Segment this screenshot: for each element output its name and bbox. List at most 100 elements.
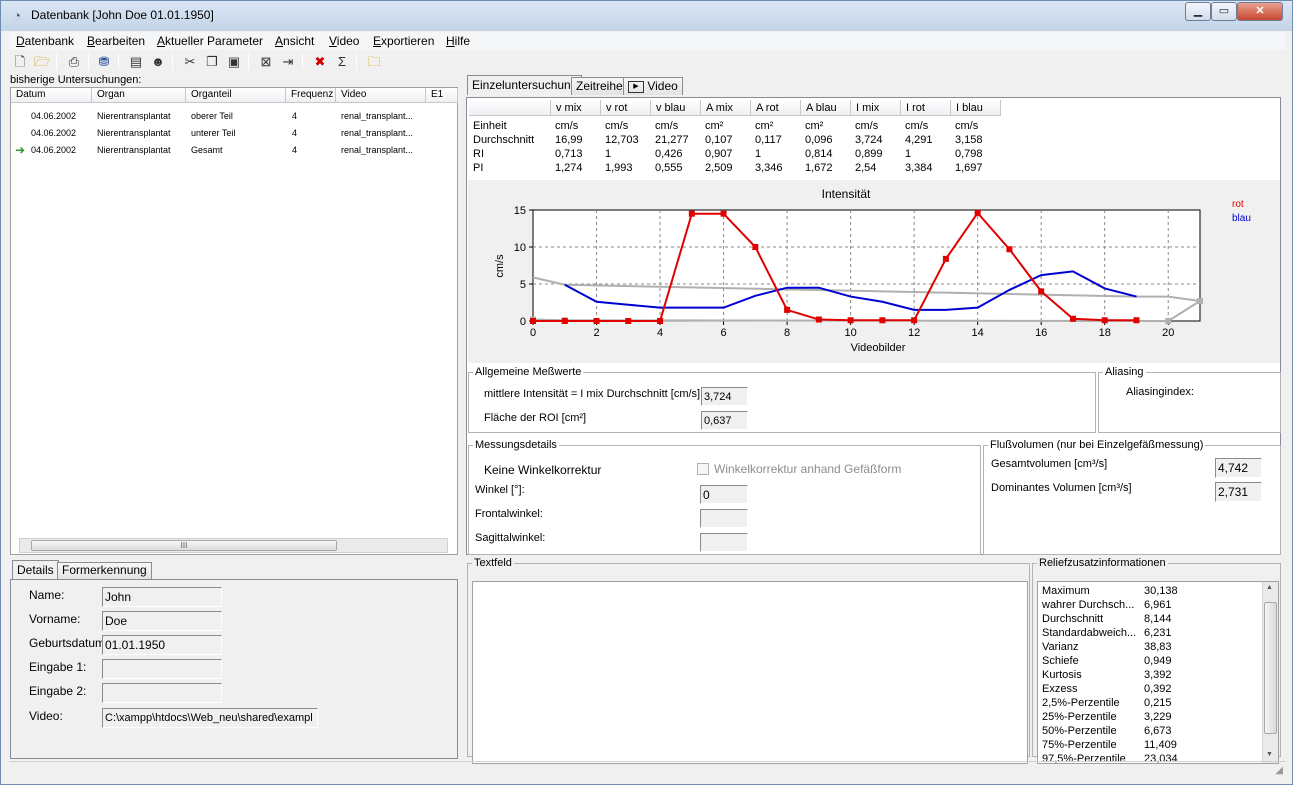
stats-header[interactable]: I mix — [851, 100, 901, 116]
tab-formerkennung[interactable]: Formerkennung — [57, 562, 152, 579]
examinations-list[interactable]: Datum Organ Organteil Frequenz Video E1 … — [10, 87, 458, 555]
data-point — [942, 255, 949, 262]
name-field[interactable]: John — [102, 587, 222, 607]
scrollbar-thumb[interactable]: III — [31, 540, 337, 551]
gesamtvolumen-value[interactable]: 4,742 — [1215, 458, 1262, 478]
sagittalwinkel-field[interactable] — [700, 533, 748, 552]
copy-icon[interactable]: ❐ — [203, 53, 221, 71]
winkel-field[interactable]: 0 — [700, 485, 748, 504]
winkelkorrektur-checkbox[interactable] — [697, 463, 709, 475]
flaeche-roi-value[interactable]: 0,637 — [701, 411, 748, 430]
relief-group: Reliefzusatzinformationen Maximum 30,138 w… — [1032, 557, 1281, 764]
user-icon[interactable]: ☻ — [149, 53, 167, 71]
column-header-organteil[interactable]: Organteil — [186, 88, 286, 103]
geburtsdatum-field[interactable]: 01.01.1950 — [102, 635, 222, 655]
delete-icon[interactable]: ✖ — [311, 53, 329, 71]
vertical-scrollbar[interactable]: ▲ ▼ — [1262, 582, 1278, 763]
menu-datenbank[interactable]: Datenbank — [16, 34, 74, 48]
horizontal-scrollbar[interactable]: III — [19, 538, 448, 553]
open-folder-icon[interactable]: 🗁 — [33, 53, 51, 71]
column-header-video[interactable]: Video — [336, 88, 426, 103]
relief-value: 30,138 — [1144, 585, 1178, 597]
chart-title: Intensität — [822, 187, 871, 201]
stats-header[interactable]: A rot — [751, 100, 801, 116]
chart-ylabel: cm/s — [494, 254, 506, 278]
box-icon[interactable]: ⊠ — [257, 53, 275, 71]
mittlere-intensitaet-value[interactable]: 3,724 — [701, 387, 748, 406]
scroll-down-icon[interactable]: ▼ — [1266, 751, 1273, 758]
stats-cell: 4,291 — [905, 134, 933, 146]
print-icon[interactable]: ⎙ — [65, 53, 83, 71]
eingabe1-field[interactable] — [102, 659, 222, 679]
paste-icon[interactable]: ▣ — [225, 53, 243, 71]
scroll-up-icon[interactable]: ▲ — [1266, 584, 1273, 591]
field-label-vorname: Vorname: — [29, 612, 81, 626]
minimize-button[interactable]: ▁ — [1185, 2, 1211, 21]
menu-ansicht[interactable]: Ansicht — [275, 34, 314, 48]
tab-video[interactable]: ▶ Video — [623, 77, 683, 95]
table-row[interactable]: ➜ 04.06.2002 Nierentransplantat Gesamt 4… — [11, 143, 457, 159]
tab-zeitreihe[interactable]: Zeitreihe — [571, 77, 628, 95]
tab-zeitreihe-label: Zeitreihe — [576, 79, 623, 93]
menu-video[interactable]: Video — [329, 34, 359, 48]
aliasingindex-label: Aliasingindex: — [1126, 386, 1194, 398]
gesamtvolumen-label: Gesamtvolumen [cm³/s] — [991, 458, 1108, 470]
frontalwinkel-field[interactable] — [700, 509, 748, 528]
dominantes-volumen-label: Dominantes Volumen [cm³/s] — [991, 482, 1132, 494]
sum-icon[interactable]: Σ — [333, 53, 351, 71]
menu-hilfe[interactable]: Hilfe — [446, 34, 470, 48]
stats-cell: 1 — [905, 148, 912, 160]
stats-header[interactable]: I blau — [951, 100, 1001, 116]
data-point — [847, 317, 854, 324]
cut-icon[interactable]: ✂ — [181, 53, 199, 71]
relief-label: 25%-Perzentile — [1042, 711, 1117, 723]
book-icon[interactable]: ▤ — [127, 53, 145, 71]
menu-aktueller-parameter[interactable]: Aktueller Parameter — [157, 34, 263, 48]
menu-exportieren[interactable]: Exportieren — [373, 34, 434, 48]
y-tick-label: 15 — [514, 205, 526, 217]
cell-frequenz: 4 — [292, 145, 298, 155]
table-row[interactable]: 04.06.2002 Nierentransplantat unterer Te… — [11, 126, 457, 142]
stats-header[interactable]: A mix — [701, 100, 751, 116]
menu-bearbeiten[interactable]: Bearbeiten — [87, 34, 145, 48]
close-button[interactable]: ✕ — [1237, 2, 1283, 21]
relief-label: Kurtosis — [1042, 669, 1082, 681]
stats-cell: 0,899 — [855, 148, 883, 160]
tab-einzeluntersuchung[interactable]: Einzeluntersuchung — [467, 75, 583, 95]
textfeld-textarea[interactable] — [472, 581, 1028, 764]
tab-video-label: Video — [647, 79, 678, 93]
column-header-e1[interactable]: E1 — [426, 88, 458, 103]
data-point — [593, 318, 600, 324]
stats-header[interactable]: A blau — [801, 100, 851, 116]
data-point — [879, 317, 886, 324]
filter-icon[interactable]: ⛃ — [95, 53, 113, 71]
folder-icon[interactable]: 🗀 — [365, 53, 383, 71]
messungsdetails-legend: Messungsdetails — [475, 439, 557, 451]
stats-header[interactable]: v mix — [551, 100, 601, 116]
table-row[interactable]: 04.06.2002 Nierentransplantat oberer Tei… — [11, 109, 457, 125]
stats-header[interactable]: v blau — [651, 100, 701, 116]
stats-header[interactable]: I rot — [901, 100, 951, 116]
vorname-field[interactable]: Doe — [102, 611, 222, 631]
stats-header[interactable]: v rot — [601, 100, 651, 116]
cell-datum: 04.06.2002 — [31, 128, 77, 138]
relief-value: 38,83 — [1144, 641, 1172, 653]
tab-details[interactable]: Details — [12, 560, 59, 580]
stats-cell: cm/s — [955, 120, 979, 132]
stats-cell: 0,814 — [805, 148, 833, 160]
dominantes-volumen-value[interactable]: 2,731 — [1215, 482, 1262, 502]
new-file-icon[interactable]: 🗋 — [11, 53, 29, 71]
maximize-button[interactable]: ▭ — [1211, 2, 1237, 21]
stats-cell: cm/s — [855, 120, 879, 132]
stats-row-label: Durchschnitt — [473, 134, 535, 146]
relief-list[interactable]: Maximum 30,138 wahrer Durchsch... 6,961 Durc… — [1037, 581, 1279, 764]
resize-grip-icon[interactable]: ◢ — [1275, 765, 1283, 776]
column-header-datum[interactable]: Datum — [11, 88, 92, 103]
scrollbar-thumb[interactable] — [1264, 602, 1277, 734]
eingabe2-field[interactable] — [102, 683, 222, 703]
column-header-frequenz[interactable]: Frequenz — [286, 88, 336, 103]
video-path-field[interactable]: C:\xampp\htdocs\Web_neu\shared\exampl — [102, 708, 318, 728]
stats-row-label: RI — [473, 148, 484, 160]
column-header-organ[interactable]: Organ — [92, 88, 186, 103]
exit-icon[interactable]: ⇥ — [279, 53, 297, 71]
